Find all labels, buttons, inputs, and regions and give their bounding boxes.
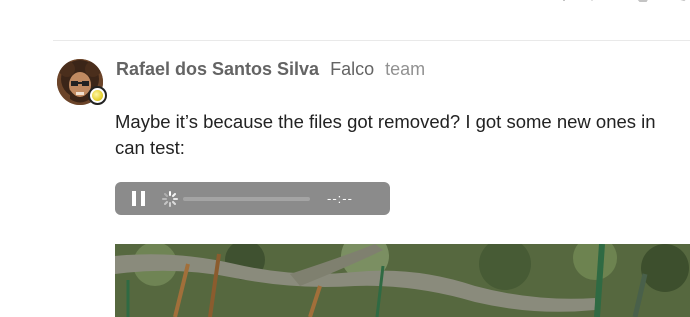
post-body-line-1: Maybe it’s because the files got removed…: [115, 111, 656, 132]
audio-time: --:--: [327, 191, 353, 206]
post-body: Maybe it’s because the files got removed…: [115, 109, 690, 161]
share-icon[interactable]: [676, 0, 690, 13]
link-icon[interactable]: [632, 0, 650, 13]
post-photo[interactable]: [115, 244, 690, 317]
pause-button[interactable]: [132, 191, 146, 206]
post-body-line-2: can test:: [115, 137, 185, 158]
audio-progress-bar[interactable]: [183, 197, 310, 201]
post-divider: [53, 40, 690, 41]
spinner-icon: [162, 191, 178, 207]
author-full-name[interactable]: Rafael dos Santos Silva: [116, 59, 319, 79]
status-icon: [88, 86, 107, 105]
like-count-icon[interactable]: [561, 0, 567, 10]
audio-player: --:--: [115, 182, 390, 215]
author-username[interactable]: Falco: [330, 59, 374, 79]
author-group[interactable]: team: [385, 59, 425, 79]
post-author: Rafael dos Santos Silva Falco team: [116, 58, 425, 80]
heart-icon[interactable]: [582, 0, 602, 13]
